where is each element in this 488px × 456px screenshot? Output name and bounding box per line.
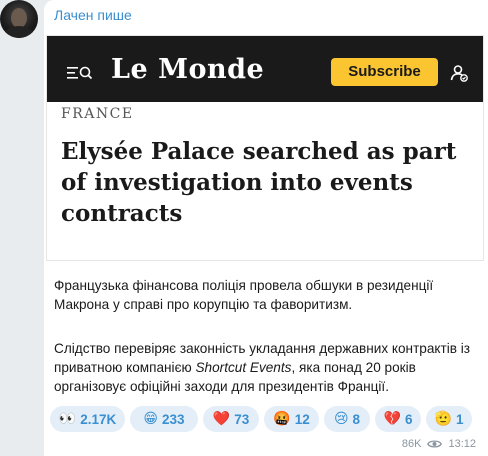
reaction-eyes[interactable]: 👀 2.17K: [50, 406, 125, 432]
company-name: Shortcut Events: [195, 360, 292, 375]
avatar-face: [11, 8, 27, 28]
reaction-count: 12: [294, 411, 310, 427]
reaction-heart[interactable]: ❤️ 73: [203, 406, 259, 432]
reaction-count: 73: [234, 411, 250, 427]
message-bubble: Лачен пише Le Monde Subscribe FRANCE Ely…: [44, 0, 488, 456]
reaction-count: 6: [404, 411, 413, 427]
cry-icon: 😢: [333, 411, 349, 427]
reaction-angry[interactable]: 🤬 12: [264, 406, 319, 432]
reaction-broken-heart[interactable]: 💔 6: [375, 406, 421, 432]
account-icon: [450, 65, 468, 82]
menu-search-icon: [67, 66, 93, 80]
reaction-count: 1: [455, 411, 464, 427]
avatar-body: [4, 26, 34, 38]
angry-icon: 🤬: [273, 411, 291, 427]
reaction-grin[interactable]: 😁 233: [130, 406, 198, 432]
reaction-count: 233: [162, 411, 185, 427]
grin-icon: 😁: [143, 411, 159, 427]
view-count: 86K: [401, 438, 422, 450]
eyes-icon: 👀: [58, 411, 77, 427]
article-headline: Elysée Palace searched as part of invest…: [61, 138, 457, 227]
le-monde-header: Le Monde Subscribe: [47, 36, 483, 102]
sender-avatar[interactable]: [0, 0, 38, 38]
reaction-salute[interactable]: 🫡 1: [426, 406, 472, 432]
reactions-bar: 👀 2.17K 😁 233 ❤️ 73 🤬 12 😢 8 💔 6 🫡 1: [50, 406, 480, 432]
reaction-count: 8: [352, 411, 361, 427]
le-monde-logo: Le Monde: [111, 54, 265, 85]
message-meta: 86K 13:12: [402, 438, 476, 450]
article-kicker: FRANCE: [61, 106, 134, 122]
reaction-count: 2.17K: [80, 411, 117, 427]
reaction-cry[interactable]: 😢 8: [324, 406, 370, 432]
subscribe-button: Subscribe: [331, 58, 438, 86]
message-time: 13:12: [448, 438, 476, 450]
message-paragraph-2: Слідство перевіряє законність укладання …: [54, 339, 474, 396]
salute-icon: 🫡: [434, 411, 452, 427]
message-paragraph-1: Французька фінансова поліція провела обш…: [54, 278, 434, 312]
heart-icon: ❤️: [212, 411, 231, 427]
sender-name[interactable]: Лачен пише: [54, 7, 132, 23]
eye-icon: [427, 440, 443, 448]
broken-heart-icon: 💔: [383, 411, 401, 427]
